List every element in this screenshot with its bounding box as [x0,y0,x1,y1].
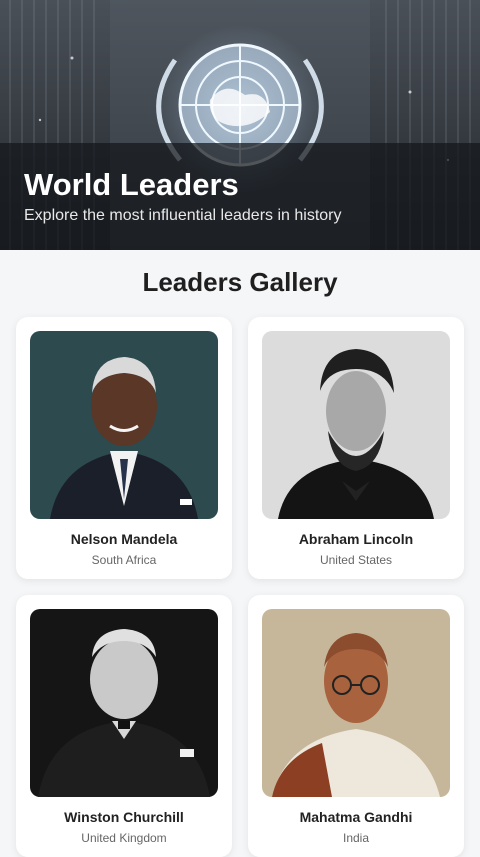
leader-name: Mahatma Gandhi [299,809,413,825]
leader-card[interactable]: Abraham Lincoln United States [248,317,464,579]
leader-card[interactable]: Nelson Mandela South Africa [16,317,232,579]
leader-name: Abraham Lincoln [298,531,414,547]
page-title: World Leaders [24,167,239,202]
leader-name: Winston Churchill [64,809,184,825]
leader-portrait-image [30,609,218,797]
leader-portrait-image [262,609,450,797]
leader-portrait-image [262,331,450,519]
hero-subtitle: Explore the most influential leaders in … [24,207,342,224]
leaders-grid: Nelson Mandela South Africa Abraham Linc… [16,317,464,857]
leader-country: India [342,831,370,845]
leader-card[interactable]: Mahatma Gandhi India [248,595,464,857]
leader-country: South Africa [91,553,157,567]
hero-banner: World Leaders Explore the most influenti… [0,0,480,250]
leader-country: United Kingdom [81,831,167,845]
gallery-title: Leaders Gallery [142,267,338,297]
leader-name: Nelson Mandela [70,531,178,547]
leader-card[interactable]: Winston Churchill United Kingdom [16,595,232,857]
leader-country: United States [319,553,393,567]
leader-portrait-image [30,331,218,519]
